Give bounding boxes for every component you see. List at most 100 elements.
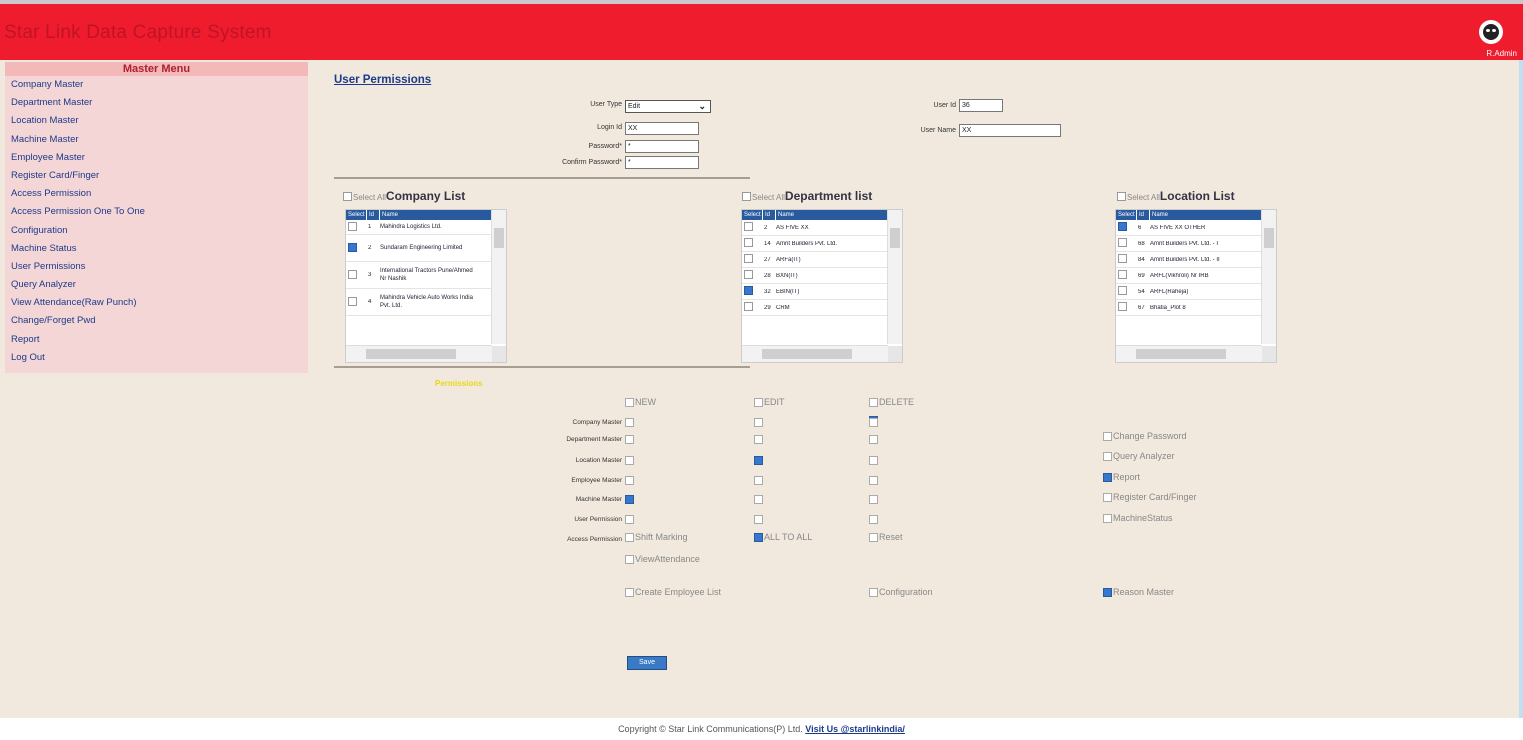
permission-new-checkbox[interactable] (625, 495, 634, 504)
column-new[interactable]: NEW (625, 397, 656, 408)
user-name-input[interactable]: XX (959, 124, 1061, 137)
page-title: User Permissions (334, 74, 432, 86)
permission-delete-checkbox[interactable] (869, 476, 878, 485)
row-checkbox[interactable] (744, 270, 753, 279)
horizontal-scrollbar[interactable] (1116, 345, 1262, 362)
sidebar-item-register-card-finger[interactable]: Register Card/Finger (5, 167, 308, 185)
sidebar-item-company-master[interactable]: Company Master (5, 76, 308, 94)
all-to-all-option[interactable]: ALL TO ALL (754, 532, 812, 543)
sidebar-item-log-out[interactable]: Log Out (5, 349, 308, 367)
sidebar-item-machine-master[interactable]: Machine Master (5, 131, 308, 149)
view-attendance-option[interactable]: ViewAttendance (625, 554, 700, 565)
column-delete[interactable]: DELETE (869, 397, 914, 408)
sidebar-item-access-permission[interactable]: Access Permission (5, 185, 308, 203)
row-checkbox[interactable] (348, 242, 357, 252)
right-option-register-card-finger-checkbox[interactable] (1103, 493, 1112, 503)
login-id-input[interactable]: XX (625, 122, 699, 135)
all-to-all-option-checkbox[interactable] (754, 533, 763, 543)
user-id-input[interactable]: 36 (959, 99, 1003, 112)
column-new-checkbox[interactable] (625, 398, 634, 408)
row-checkbox[interactable] (744, 254, 753, 263)
right-option-machinestatus[interactable]: MachineStatus (1103, 513, 1173, 524)
create-employee-list-option[interactable]: Create Employee List (625, 587, 721, 598)
permission-edit-checkbox[interactable] (754, 435, 763, 444)
permission-new-checkbox[interactable] (625, 515, 634, 524)
row-checkbox[interactable] (348, 296, 357, 306)
permission-new-checkbox[interactable] (625, 476, 634, 485)
permission-edit-checkbox[interactable] (754, 495, 763, 504)
horizontal-scrollbar[interactable] (346, 345, 492, 362)
column-edit-checkbox[interactable] (754, 398, 763, 408)
reset-option-checkbox[interactable] (869, 533, 878, 543)
sidebar-item-query-analyzer[interactable]: Query Analyzer (5, 276, 308, 294)
sidebar-item-employee-master[interactable]: Employee Master (5, 149, 308, 167)
row-checkbox[interactable] (348, 269, 357, 279)
location-select-all-checkbox[interactable] (1117, 192, 1126, 202)
create-employee-list-option-checkbox[interactable] (625, 588, 634, 598)
configuration-option[interactable]: Configuration (869, 587, 933, 598)
permission-new-checkbox[interactable] (625, 456, 634, 465)
row-checkbox[interactable] (1118, 270, 1127, 279)
confirm-password-input[interactable]: * (625, 156, 699, 169)
right-option-change-password-checkbox[interactable] (1103, 432, 1112, 442)
row-checkbox[interactable] (1118, 222, 1127, 231)
sidebar-item-department-master[interactable]: Department Master (5, 94, 308, 112)
row-checkbox[interactable] (744, 286, 753, 295)
row-checkbox[interactable] (744, 222, 753, 231)
permission-delete-checkbox[interactable] (869, 495, 878, 504)
permission-edit-checkbox[interactable] (754, 515, 763, 524)
user-type-label: User Type (590, 101, 622, 108)
sidebar-item-location-master[interactable]: Location Master (5, 112, 308, 130)
column-edit[interactable]: EDIT (754, 397, 785, 408)
permission-delete-checkbox[interactable] (869, 435, 878, 444)
user-avatar-icon[interactable] (1479, 20, 1503, 44)
footer-link[interactable]: Visit Us @starlinkindia/ (805, 724, 905, 734)
sidebar-item-report[interactable]: Report (5, 331, 308, 349)
permission-delete-checkbox[interactable] (869, 515, 878, 524)
row-checkbox[interactable] (1118, 238, 1127, 247)
reason-master-option[interactable]: Reason Master (1103, 587, 1174, 598)
row-checkbox[interactable] (744, 238, 753, 247)
sidebar-item-access-permission-one-to-one[interactable]: Access Permission One To One (5, 203, 308, 221)
row-checkbox[interactable] (744, 302, 753, 311)
shift-marking-option-checkbox[interactable] (625, 533, 634, 543)
vertical-scrollbar[interactable] (1261, 210, 1276, 344)
right-option-report-checkbox[interactable] (1103, 473, 1112, 483)
permission-new-checkbox[interactable] (625, 435, 634, 444)
permission-edit-checkbox[interactable] (754, 456, 763, 465)
row-checkbox[interactable] (1118, 286, 1127, 295)
row-checkbox[interactable] (348, 221, 357, 231)
right-option-query-analyzer[interactable]: Query Analyzer (1103, 451, 1175, 462)
reason-master-option-checkbox[interactable] (1103, 588, 1112, 598)
permission-edit-checkbox[interactable] (754, 476, 763, 485)
shift-marking-option[interactable]: Shift Marking (625, 532, 688, 543)
permission-delete-checkbox[interactable] (869, 456, 878, 465)
company-select-all-checkbox[interactable] (343, 192, 352, 202)
row-checkbox[interactable] (1118, 254, 1127, 263)
save-button[interactable]: Save (627, 656, 667, 670)
right-option-query-analyzer-checkbox[interactable] (1103, 452, 1112, 462)
department-select-all-checkbox[interactable] (742, 192, 751, 202)
permission-edit-checkbox[interactable] (754, 418, 763, 427)
right-option-report[interactable]: Report (1103, 472, 1140, 483)
right-option-change-password[interactable]: Change Password (1103, 431, 1187, 442)
row-checkbox[interactable] (1118, 302, 1127, 311)
configuration-option-checkbox[interactable] (869, 588, 878, 598)
sidebar-item-view-attendance-raw-punch[interactable]: View Attendance(Raw Punch) (5, 294, 308, 312)
horizontal-scrollbar[interactable] (742, 345, 888, 362)
vertical-scrollbar[interactable] (491, 210, 506, 344)
user-type-select[interactable]: Edit ⌄ (625, 100, 711, 113)
column-delete-checkbox[interactable] (869, 398, 878, 408)
right-option-machinestatus-checkbox[interactable] (1103, 514, 1112, 524)
sidebar-item-change-forget-pwd[interactable]: Change/Forget Pwd (5, 312, 308, 330)
password-input[interactable]: * (625, 140, 699, 153)
reset-option[interactable]: Reset (869, 532, 903, 543)
sidebar-item-configuration[interactable]: Configuration (5, 222, 308, 240)
view-attendance-option-checkbox[interactable] (625, 555, 634, 565)
permission-new-checkbox[interactable] (625, 418, 634, 427)
permission-delete-checkbox[interactable] (869, 418, 878, 427)
sidebar-item-machine-status[interactable]: Machine Status (5, 240, 308, 258)
vertical-scrollbar[interactable] (887, 210, 902, 344)
right-option-register-card-finger[interactable]: Register Card/Finger (1103, 492, 1197, 503)
sidebar-item-user-permissions[interactable]: User Permissions (5, 258, 308, 276)
